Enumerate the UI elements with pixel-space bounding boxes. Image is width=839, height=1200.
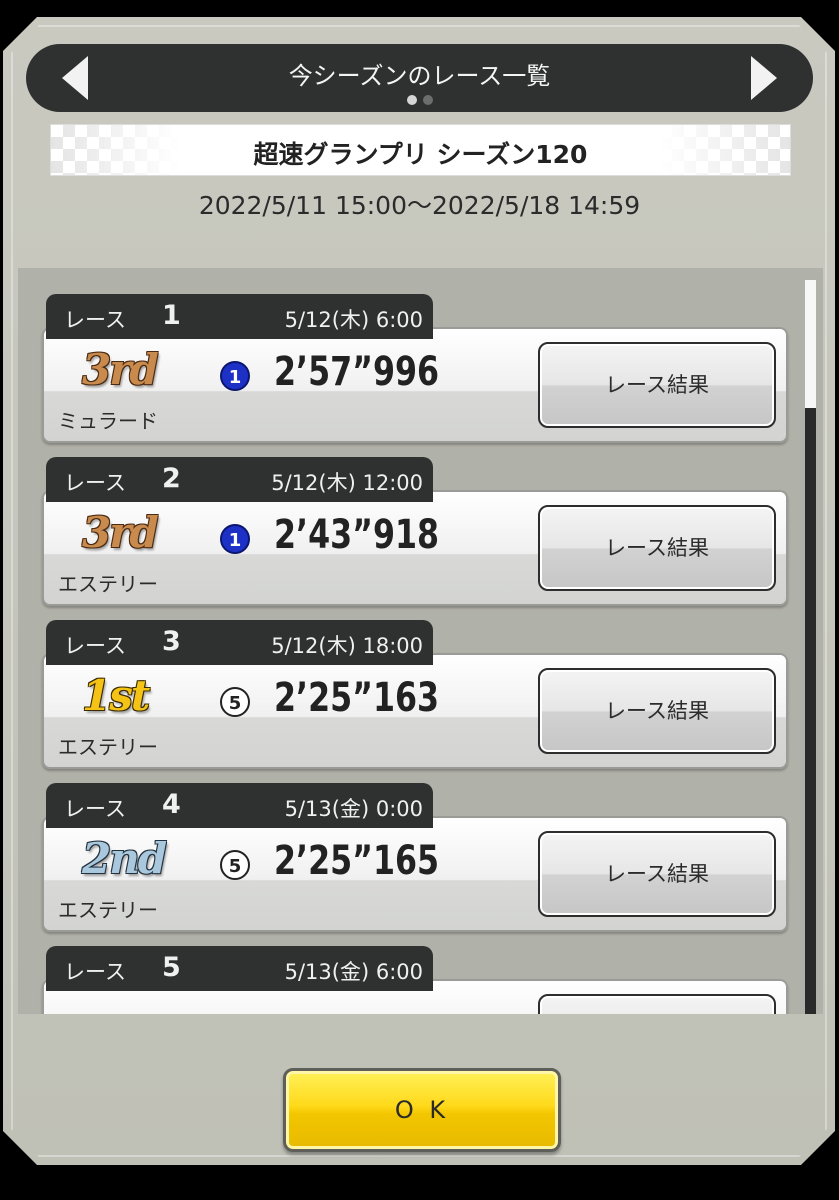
season-title: 超速グランプリ シーズン120 xyxy=(253,140,588,169)
race-label: レース xyxy=(64,308,126,332)
race-card: 1st 5 2’25”163 エステリー レース結果 xyxy=(42,653,788,769)
race-datetime: 5/12(木) 12:00 xyxy=(271,471,423,495)
race-datetime: 5/12(木) 18:00 xyxy=(271,634,423,658)
race-number: 1 xyxy=(162,300,181,331)
race-datetime: 5/12(木) 6:00 xyxy=(284,308,423,332)
title-bar: 今シーズンのレース一覧 xyxy=(26,44,813,112)
gate-number-badge: 1 xyxy=(220,361,250,391)
horse-name: エステリー xyxy=(58,898,158,922)
gate-number-badge: 1 xyxy=(220,524,250,554)
race-card: 2nd 5 2’25”165 エステリー レース結果 xyxy=(42,816,788,932)
horse-name: エステリー xyxy=(58,735,158,759)
season-period: 2022/5/11 15:00〜2022/5/18 14:59 xyxy=(198,191,641,220)
gate-number-badge: 5 xyxy=(220,687,250,717)
dialog-title: 今シーズンのレース一覧 xyxy=(288,62,551,90)
race-header: レース 2 5/12(木) 12:00 xyxy=(46,457,433,502)
race-result-button[interactable] xyxy=(538,994,776,1014)
scrollbar[interactable] xyxy=(805,280,816,1014)
race-card: 3rd 1 2’57”996 ミュラード レース結果 xyxy=(42,327,788,443)
season-banner: 超速グランプリ シーズン120 xyxy=(50,124,791,176)
race-time: 2’25”165 xyxy=(274,838,440,884)
horse-name: エステリー xyxy=(58,572,158,596)
place-badge: 1st xyxy=(82,671,150,720)
race-label: レース xyxy=(64,471,126,495)
race-item: 2nd 5 2’25”165 エステリー レース結果 レース 4 5/13(金)… xyxy=(42,783,788,933)
race-result-button[interactable]: レース結果 xyxy=(538,505,776,591)
race-time: 2’57”996 xyxy=(274,349,440,395)
race-time: 2’43”918 xyxy=(274,512,440,558)
place-badge: 3rd xyxy=(82,508,159,557)
race-number: 4 xyxy=(162,789,181,820)
next-page-arrow-icon[interactable] xyxy=(751,56,777,100)
race-item: 3rd 1 2’57”996 ミュラード レース結果 レース 1 5/12(木)… xyxy=(42,294,788,444)
race-item: レース 5 5/13(金) 6:00 xyxy=(42,946,788,1014)
race-card: 3rd 1 2’43”918 エステリー レース結果 xyxy=(42,490,788,606)
race-header: レース 5 5/13(金) 6:00 xyxy=(46,946,433,991)
page-dot-1 xyxy=(406,95,417,105)
page-indicator xyxy=(26,95,813,105)
race-number: 2 xyxy=(162,463,181,494)
race-item: 3rd 1 2’43”918 エステリー レース結果 レース 2 5/12(木)… xyxy=(42,457,788,607)
race-header: レース 1 5/12(木) 6:00 xyxy=(46,294,433,339)
race-result-button[interactable]: レース結果 xyxy=(538,831,776,917)
race-item: 1st 5 2’25”163 エステリー レース結果 レース 3 5/12(木)… xyxy=(42,620,788,770)
race-header: レース 4 5/13(金) 0:00 xyxy=(46,783,433,828)
race-result-button[interactable]: レース結果 xyxy=(538,342,776,428)
place-badge: 2nd xyxy=(82,834,167,883)
race-number: 5 xyxy=(162,952,181,983)
race-datetime: 5/13(金) 6:00 xyxy=(284,960,423,984)
race-time: 2’25”163 xyxy=(274,675,440,721)
race-label: レース xyxy=(64,960,126,984)
page-dot-2 xyxy=(422,95,433,105)
race-header: レース 3 5/12(木) 18:00 xyxy=(46,620,433,665)
race-label: レース xyxy=(64,634,126,658)
race-datetime: 5/13(金) 0:00 xyxy=(284,797,423,821)
race-number: 3 xyxy=(162,626,181,657)
race-label: レース xyxy=(64,797,126,821)
place-badge: 3rd xyxy=(82,345,159,394)
race-list[interactable]: 3rd 1 2’57”996 ミュラード レース結果 レース 1 5/12(木)… xyxy=(18,268,823,1014)
scrollbar-thumb[interactable] xyxy=(805,280,816,408)
ok-button[interactable]: O K xyxy=(283,1068,561,1152)
race-result-button[interactable]: レース結果 xyxy=(538,668,776,754)
gate-number-badge: 5 xyxy=(220,850,250,880)
horse-name: ミュラード xyxy=(58,409,158,433)
